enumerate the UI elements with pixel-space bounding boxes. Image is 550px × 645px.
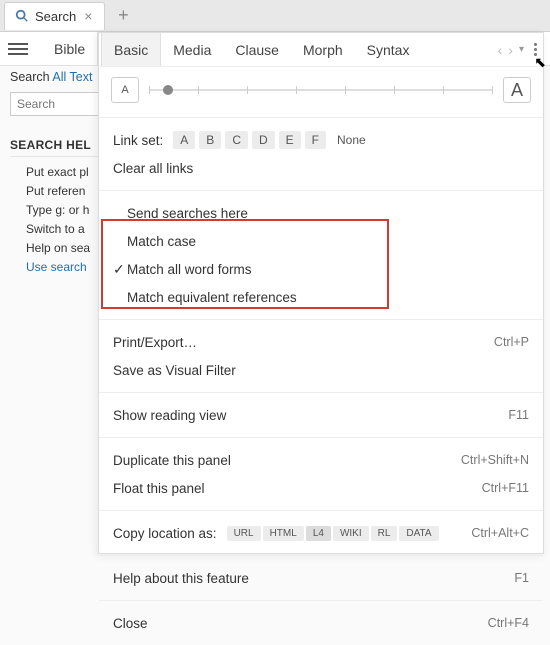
tab-media[interactable]: Media (161, 33, 223, 66)
left-column: Search All Text SEARCH HEL Put exact pl … (0, 66, 110, 283)
check-icon: ✓ (113, 261, 125, 278)
linkset-section: Link set: A B C D E F None Clear all lin… (99, 118, 543, 191)
shortcut: Ctrl+F4 (488, 616, 529, 630)
close-row[interactable]: Close Ctrl+F4 (113, 609, 529, 637)
copy-rl[interactable]: RL (371, 526, 398, 541)
duplicate-panel-row[interactable]: Duplicate this panel Ctrl+Shift+N (113, 446, 529, 474)
new-tab-button[interactable]: + (109, 3, 137, 29)
panel-category-tabs: Basic Media Clause Morph Syntax ‹ › ▾ (99, 33, 543, 67)
send-searches-row[interactable]: Send searches here (127, 199, 529, 227)
panel-nav: ‹ › ▾ (498, 39, 541, 60)
list-item: Switch to a (26, 222, 100, 236)
nav-forward-icon[interactable]: › (508, 42, 513, 58)
match-word-forms-row[interactable]: ✓ Match all word forms (127, 255, 529, 283)
tab-syntax[interactable]: Syntax (355, 33, 422, 66)
linkset-b[interactable]: B (199, 131, 221, 149)
list-item: Type g: or h (26, 203, 100, 217)
print-export-row[interactable]: Print/Export… Ctrl+P (113, 328, 529, 356)
view-section: Show reading view F11 (99, 393, 543, 438)
tab-strip: Search × + (0, 0, 550, 32)
nav-back-icon[interactable]: ‹ (498, 42, 503, 58)
panel-ops-section: Duplicate this panel Ctrl+Shift+N Float … (99, 438, 543, 511)
copy-wiki[interactable]: WIKI (333, 526, 369, 541)
export-section: Print/Export… Ctrl+P Save as Visual Filt… (99, 320, 543, 393)
use-search-link[interactable]: Use search (26, 260, 87, 274)
search-scope-link[interactable]: All Text (52, 70, 92, 84)
linkset-chips: A B C D E F None (173, 131, 372, 149)
shortcut: F1 (514, 571, 529, 585)
nav-history-icon[interactable]: ▾ (519, 44, 524, 55)
tab-morph[interactable]: Morph (291, 33, 355, 66)
close-section: Close Ctrl+F4 (99, 601, 543, 645)
menu-icon[interactable] (8, 43, 28, 55)
shortcut: Ctrl+F11 (482, 481, 529, 495)
linkset-label: Link set: (113, 133, 163, 148)
tab-title: Search (35, 9, 76, 24)
list-item: Use search (26, 260, 100, 274)
font-size-slider[interactable] (149, 89, 493, 91)
help-section: Help about this feature F1 (99, 556, 543, 601)
help-feature-row[interactable]: Help about this feature F1 (113, 564, 529, 592)
linkset-none[interactable]: None (330, 131, 373, 149)
search-input[interactable] (10, 92, 100, 116)
list-item: Help on sea (26, 241, 100, 255)
tab-clause[interactable]: Clause (223, 33, 291, 66)
reading-view-row[interactable]: Show reading view F11 (113, 401, 529, 429)
list-item: Put exact pl (26, 165, 100, 179)
search-tab[interactable]: Search × (4, 2, 105, 30)
copy-l4[interactable]: L4 (306, 526, 331, 541)
linkset-row: Link set: A B C D E F None (113, 126, 529, 154)
settings-panel: Basic Media Clause Morph Syntax ‹ › ▾ A … (98, 32, 544, 554)
copy-format-chips: URL HTML L4 WIKI RL DATA (227, 526, 439, 541)
close-icon[interactable]: × (82, 8, 94, 24)
kebab-icon[interactable] (530, 39, 541, 60)
match-section: Send searches here Match case ✓ Match al… (99, 191, 543, 320)
shortcut: Ctrl+Shift+N (461, 453, 529, 467)
shortcut: Ctrl+P (494, 335, 529, 349)
font-decrease-button[interactable]: A (111, 77, 139, 103)
shortcut: F11 (508, 408, 529, 422)
copy-html[interactable]: HTML (263, 526, 304, 541)
linkset-d[interactable]: D (252, 131, 275, 149)
copy-url[interactable]: URL (227, 526, 261, 541)
linkset-a[interactable]: A (173, 131, 195, 149)
copy-data[interactable]: DATA (399, 526, 438, 541)
font-size-row: A A (99, 67, 543, 118)
list-item: Put referen (26, 184, 100, 198)
help-tips: Put exact pl Put referen Type g: or h Sw… (10, 165, 100, 274)
shortcut: Ctrl+Alt+C (471, 526, 529, 540)
category-bible[interactable]: Bible (42, 32, 97, 65)
tab-basic[interactable]: Basic (101, 33, 161, 66)
linkset-e[interactable]: E (279, 131, 301, 149)
search-icon (15, 9, 29, 23)
linkset-f[interactable]: F (305, 131, 326, 149)
slider-thumb[interactable] (163, 85, 173, 95)
search-scope-label: Search (10, 70, 50, 84)
copy-location-row: Copy location as: URL HTML L4 WIKI RL DA… (113, 519, 529, 547)
float-panel-row[interactable]: Float this panel Ctrl+F11 (113, 474, 529, 502)
match-equiv-refs-row[interactable]: Match equivalent references (127, 283, 529, 311)
save-visual-filter-row[interactable]: Save as Visual Filter (113, 356, 529, 384)
linkset-c[interactable]: C (225, 131, 248, 149)
font-increase-button[interactable]: A (503, 77, 531, 103)
help-heading: SEARCH HEL (10, 138, 100, 157)
match-case-row[interactable]: Match case (127, 227, 529, 255)
clear-links-row[interactable]: Clear all links (113, 154, 529, 182)
copy-section: Copy location as: URL HTML L4 WIKI RL DA… (99, 511, 543, 556)
